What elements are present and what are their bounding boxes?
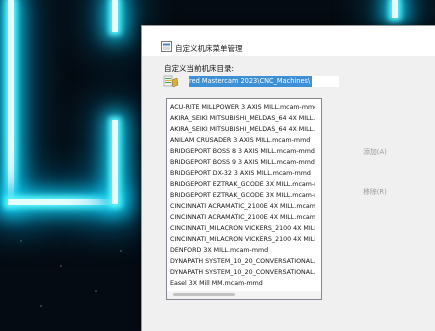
horizontal-scrollbar[interactable] xyxy=(167,291,321,299)
neon-line xyxy=(8,0,14,205)
list-item[interactable]: Easel 3X Mill MM.mcam-mmd xyxy=(169,278,315,289)
list-item[interactable]: AKIRA_SEIKI MITSUBISHI_MELDAS_64 4X MILL… xyxy=(169,124,315,135)
list-item[interactable]: DYNAPATH SYSTEM_10_20_CONVERSATIONAL.mca… xyxy=(169,267,315,278)
machine-list-items: ACU-RITE MILLPOWER 3 AXIS MILL.mcam-mmd A… xyxy=(169,102,315,289)
title-bar[interactable]: 自定义机床菜单管理 xyxy=(142,26,435,56)
list-item[interactable]: ACU-RITE MILLPOWER 3 AXIS MILL.mcam-mmd xyxy=(169,102,315,113)
list-item[interactable]: DYNAPATH SYSTEM_10_20_CONVERSATIONAL.mca… xyxy=(169,256,315,267)
background-dot xyxy=(20,240,22,242)
list-item[interactable]: BRIDGEPORT BOSS 9 3 AXIS MILL.mcam-mmd xyxy=(169,157,315,168)
add-button[interactable]: 添加(A) xyxy=(342,145,408,159)
machine-list[interactable]: ACU-RITE MILLPOWER 3 AXIS MILL.mcam-mmd A… xyxy=(166,98,322,300)
neon-line xyxy=(8,199,118,205)
directory-path-value: red Mastercam 2023\CNC_Machines\ xyxy=(189,76,313,87)
scrollbar-thumb[interactable] xyxy=(173,293,235,296)
list-item[interactable]: BRIDGEPORT EZTRAK_GCODE 3X MILL.mcam-mmd xyxy=(169,190,315,201)
app-window-icon xyxy=(161,41,172,52)
list-item[interactable]: CINCINNATI ACRAMATIC_2100E 4X MILL.mcam-… xyxy=(169,212,315,223)
list-item[interactable]: ANILAM CRUSADER 3 AXIS MILL.mcam-mmd xyxy=(169,135,315,146)
neon-line xyxy=(392,0,398,18)
background-dot xyxy=(120,250,122,252)
remove-button[interactable]: 移除(R) xyxy=(342,185,408,199)
machine-menu-dialog: 自定义机床菜单管理 自定义当前机床目录: red Mastercam 2023\… xyxy=(141,25,435,331)
list-item[interactable]: CINCINNATI_MILACRON VICKERS_2100 4X MILL… xyxy=(169,234,315,245)
list-item[interactable]: DENFORD 3X MILL.mcam-mmd xyxy=(169,245,315,256)
list-item[interactable]: CINCINNATI ACRAMATIC_2100E 4X MILL.mcam-… xyxy=(169,201,315,212)
background-dot xyxy=(60,265,62,267)
list-item[interactable]: BRIDGEPORT EZTRAK_GCODE 3X MILL.mcam-mmd xyxy=(169,179,315,190)
list-item[interactable]: BRIDGEPORT BOSS 8 3 AXIS MILL.mcam-mmd xyxy=(169,146,315,157)
neon-line xyxy=(112,0,118,32)
directory-path-field[interactable]: red Mastercam 2023\CNC_Machines\ xyxy=(189,76,339,87)
list-item[interactable]: BRIDGEPORT DX-32 3 AXIS MILL.mcam-mmd xyxy=(169,168,315,179)
window-title: 自定义机床菜单管理 xyxy=(175,44,243,53)
background-dot xyxy=(95,290,97,292)
folder-icon[interactable] xyxy=(163,73,179,89)
background-dot xyxy=(40,305,42,307)
list-item[interactable]: CINCINNATI_MILACRON VICKERS_2100 4X MILL… xyxy=(169,223,315,234)
neon-line xyxy=(112,120,118,204)
list-item[interactable]: AKIRA_SEIKI MITSUBISHI_MELDAS_64 4X MILL… xyxy=(169,113,315,124)
